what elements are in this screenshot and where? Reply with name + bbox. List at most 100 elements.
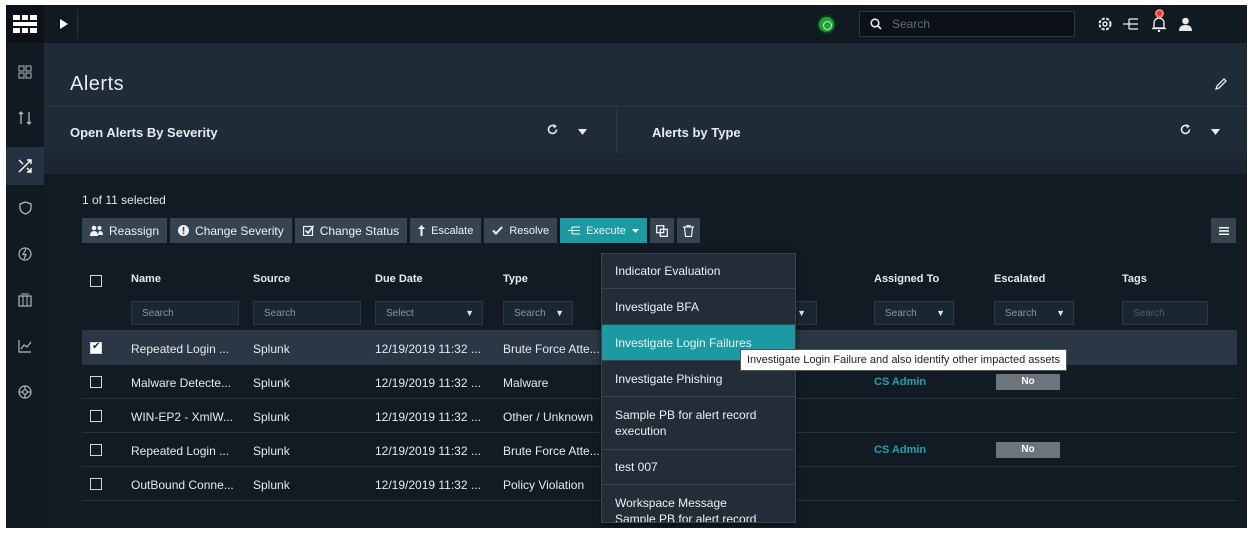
gear-icon[interactable] bbox=[1096, 15, 1114, 33]
widget-title: Open Alerts By Severity bbox=[70, 125, 218, 140]
checkbox-icon bbox=[302, 225, 314, 236]
cell-due-date: 12/19/2019 11:32 ... bbox=[375, 444, 481, 458]
select-all-checkbox[interactable] bbox=[90, 275, 102, 287]
system-status-icon[interactable] bbox=[819, 17, 834, 32]
escalated-badge: No bbox=[996, 374, 1060, 390]
hamburger-icon bbox=[1218, 226, 1229, 235]
cell-source: Splunk bbox=[253, 410, 290, 424]
incidents-icon[interactable] bbox=[6, 147, 44, 185]
top-bar bbox=[6, 5, 1247, 43]
filter-type[interactable]: Search ▼ bbox=[503, 301, 573, 325]
sidebar bbox=[6, 43, 44, 528]
cell-due-date: 12/19/2019 11:32 ... bbox=[375, 478, 481, 492]
column-header-source[interactable]: Source bbox=[253, 273, 290, 285]
column-header-type[interactable]: Type bbox=[503, 273, 528, 285]
column-header-tags[interactable]: Tags bbox=[1122, 273, 1147, 285]
change-severity-label: Change Severity bbox=[195, 223, 284, 238]
settings-wheel-icon[interactable] bbox=[6, 373, 44, 411]
menu-item-investigate-bfa[interactable]: Investigate BFA bbox=[602, 289, 795, 325]
clone-button[interactable] bbox=[649, 218, 674, 243]
widget-alerts-by-type: Alerts by Type bbox=[618, 108, 1247, 153]
column-header-assigned-to[interactable]: Assigned To bbox=[874, 273, 939, 285]
workflow-icon bbox=[568, 226, 581, 235]
row-checkbox[interactable] bbox=[90, 341, 102, 354]
column-header-name[interactable]: Name bbox=[131, 273, 161, 285]
reassign-label: Reassign bbox=[109, 223, 160, 238]
filter-assigned-to[interactable]: Search ▼ bbox=[874, 301, 954, 325]
column-header-due-date[interactable]: Due Date bbox=[375, 273, 423, 285]
shield-icon[interactable] bbox=[6, 189, 44, 227]
cell-name[interactable]: Malware Detecte... bbox=[131, 376, 231, 390]
refresh-icon[interactable] bbox=[1180, 124, 1191, 138]
menu-item-indicator-evaluation[interactable]: Indicator Evaluation bbox=[602, 254, 795, 289]
filter-source[interactable]: Search bbox=[253, 301, 361, 325]
cell-name[interactable]: WIN-EP2 - XmlW... bbox=[131, 410, 233, 424]
cell-type: Other / Unknown bbox=[503, 410, 594, 424]
menu-item-label: Workspace Message bbox=[615, 496, 727, 510]
reassign-button[interactable]: Reassign bbox=[82, 218, 168, 243]
escalated-badge: No bbox=[996, 442, 1060, 458]
menu-item-label-partial: Sample PB for alert record bbox=[615, 512, 757, 523]
caret-down-icon: ▼ bbox=[1056, 308, 1065, 318]
info-circle-icon bbox=[178, 225, 190, 236]
cell-assigned-to[interactable]: CS Admin bbox=[874, 444, 926, 456]
filter-escalated[interactable]: Search ▼ bbox=[994, 301, 1074, 325]
copy-icon bbox=[655, 224, 668, 237]
users-icon bbox=[90, 225, 103, 236]
search-icon bbox=[870, 18, 882, 30]
chevron-down-icon[interactable] bbox=[578, 124, 587, 138]
execute-button[interactable]: Execute bbox=[560, 218, 647, 243]
bell-icon[interactable] bbox=[1150, 9, 1168, 33]
filter-name[interactable]: Search bbox=[131, 301, 239, 325]
cell-assigned-to[interactable]: CS Admin bbox=[874, 376, 926, 388]
page-header: Alerts bbox=[44, 43, 1247, 107]
chevron-down-icon[interactable] bbox=[1211, 124, 1220, 138]
trash-icon bbox=[682, 224, 694, 237]
queue-icon[interactable] bbox=[6, 99, 44, 137]
filter-tags[interactable]: Search bbox=[1122, 301, 1208, 325]
widgets-row: Open Alerts By Severity Alerts by Type bbox=[44, 108, 1247, 153]
cell-name[interactable]: Repeated Login ... bbox=[131, 342, 229, 356]
menu-item-test-007[interactable]: test 007 bbox=[602, 450, 795, 485]
automation-icon[interactable] bbox=[6, 235, 44, 273]
dashboard-icon[interactable] bbox=[6, 53, 44, 91]
workflow-icon[interactable] bbox=[1122, 15, 1140, 33]
caret-down-icon: ▼ bbox=[797, 308, 806, 318]
cell-source: Splunk bbox=[253, 478, 290, 492]
resolve-button[interactable]: Resolve bbox=[484, 218, 558, 243]
cell-name[interactable]: Repeated Login ... bbox=[131, 444, 229, 458]
global-search[interactable] bbox=[859, 11, 1075, 37]
cell-name[interactable]: OutBound Conne... bbox=[131, 478, 234, 492]
column-menu-button[interactable] bbox=[1211, 218, 1236, 243]
row-checkbox[interactable] bbox=[90, 376, 102, 388]
row-checkbox[interactable] bbox=[90, 444, 102, 456]
delete-button[interactable] bbox=[676, 218, 700, 243]
menu-item-sample-pb-alert-record-execution[interactable]: Sample PB for alert record execution bbox=[602, 397, 795, 450]
logo-icon[interactable] bbox=[6, 5, 44, 43]
caret-down-icon: ▼ bbox=[555, 308, 564, 318]
filter-due-date[interactable]: Select ▼ bbox=[375, 301, 483, 325]
row-checkbox[interactable] bbox=[90, 410, 102, 422]
cell-type: Malware bbox=[503, 376, 549, 390]
escalate-label: Escalate bbox=[431, 224, 474, 237]
user-icon[interactable] bbox=[1176, 15, 1194, 33]
expand-sidebar-button[interactable] bbox=[50, 10, 78, 38]
reports-icon[interactable] bbox=[6, 327, 44, 365]
page-title: Alerts bbox=[70, 73, 125, 95]
column-header-escalated[interactable]: Escalated bbox=[994, 273, 1045, 285]
search-input[interactable] bbox=[892, 17, 1062, 31]
resources-icon[interactable] bbox=[6, 281, 44, 319]
play-right-icon bbox=[59, 19, 68, 29]
cell-type: Policy Violation bbox=[503, 478, 585, 492]
edit-pencil-icon[interactable] bbox=[1214, 77, 1227, 93]
refresh-icon[interactable] bbox=[547, 124, 558, 138]
menu-item-tooltip: Investigate Login Failure and also ident… bbox=[740, 349, 1068, 371]
execute-label: Execute bbox=[586, 224, 626, 237]
change-status-label: Change Status bbox=[319, 223, 400, 238]
menu-item-workspace-message[interactable]: Workspace Message Sample PB for alert re… bbox=[602, 485, 795, 523]
widget-title: Alerts by Type bbox=[652, 125, 741, 140]
row-checkbox[interactable] bbox=[90, 478, 102, 490]
change-severity-button[interactable]: Change Severity bbox=[170, 218, 292, 243]
change-status-button[interactable]: Change Status bbox=[294, 218, 408, 243]
escalate-button[interactable]: Escalate bbox=[410, 218, 482, 243]
